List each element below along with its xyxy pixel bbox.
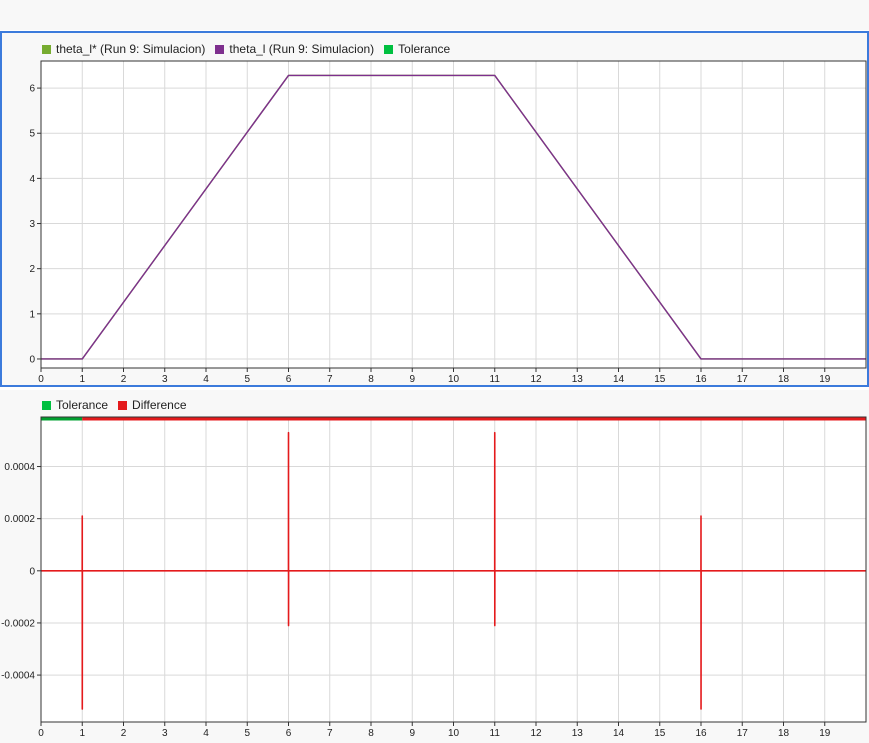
chart-2: 0 1 2 3 4 5 6 7 8 9 10 11 12 13 14 15 16 17 18 19-0.0004-0.… [1, 416, 867, 739]
x-tick-label: 2 [121, 374, 127, 385]
x-tick-label: 4 [203, 374, 209, 385]
x-tick-label: 18 [778, 728, 790, 739]
y-tick-label: 3 [29, 219, 35, 230]
x-tick-label: 2 [121, 728, 127, 739]
x-tick-label: 4 [203, 728, 209, 739]
x-tick-label: 3 [162, 728, 168, 739]
y-tick-label: 4 [29, 174, 35, 185]
x-tick-label: 14 [613, 374, 625, 385]
x-tick-label: 19 [819, 728, 831, 739]
x-tick-label: 17 [737, 374, 749, 385]
x-tick-label: 9 [409, 374, 415, 385]
x-tick-label: 11 [490, 728, 501, 739]
x-tick-label: 10 [448, 728, 460, 739]
x-tick-label: 12 [530, 374, 542, 385]
y-tick-label: -0.0002 [1, 618, 35, 629]
charts-svg: 0 1 2 3 4 5 6 7 8 9 10 11 12 13 14 15 16 17 18 1901234560 1 2… [1, 60, 867, 739]
x-tick-label: 0 [38, 374, 44, 385]
x-tick-label: 15 [654, 728, 666, 739]
x-tick-label: 7 [327, 374, 333, 385]
x-tick-label: 8 [368, 374, 374, 385]
x-tick-label: 13 [572, 728, 584, 739]
x-tick-label: 16 [695, 374, 707, 385]
y-tick-label: 6 [29, 84, 35, 95]
y-tick-label: 1 [29, 309, 35, 320]
x-tick-label: 1 [79, 728, 85, 739]
x-tick-label: 8 [368, 728, 374, 739]
y-tick-label: 2 [29, 264, 35, 275]
x-tick-label: 9 [409, 728, 415, 739]
x-tick-label: 0 [38, 728, 44, 739]
x-tick-label: 1 [79, 374, 85, 385]
x-tick-label: 6 [286, 374, 292, 385]
y-tick-label: 5 [29, 129, 35, 140]
x-tick-label: 12 [530, 728, 542, 739]
x-tick-label: 11 [490, 374, 501, 385]
x-tick-label: 16 [695, 728, 707, 739]
x-tick-label: 14 [613, 728, 625, 739]
y-tick-label: 0 [29, 566, 35, 577]
x-tick-label: 17 [737, 728, 749, 739]
x-tick-label: 7 [327, 728, 333, 739]
chart-1: 0 1 2 3 4 5 6 7 8 9 10 11 12 13 14 15 16 17 18 190123456 [29, 60, 867, 385]
x-tick-label: 19 [819, 374, 831, 385]
y-tick-label: 0.0004 [4, 462, 35, 473]
x-tick-label: 10 [448, 374, 460, 385]
x-tick-label: 3 [162, 374, 168, 385]
y-tick-label: -0.0004 [1, 671, 35, 682]
y-tick-label: 0.0002 [4, 514, 35, 525]
x-tick-label: 13 [572, 374, 584, 385]
x-tick-label: 5 [244, 728, 250, 739]
x-tick-label: 18 [778, 374, 790, 385]
y-tick-label: 0 [29, 354, 35, 365]
x-tick-label: 5 [244, 374, 250, 385]
x-tick-label: 6 [286, 728, 292, 739]
x-tick-label: 15 [654, 374, 666, 385]
